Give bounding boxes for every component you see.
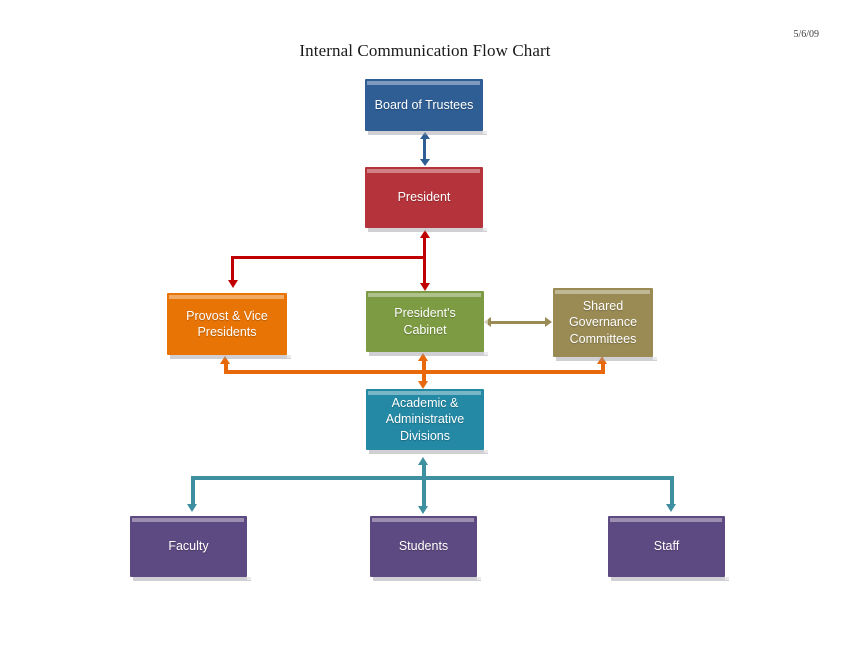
node-label-staff: Staff	[653, 539, 680, 554]
page-title: Internal Communication Flow Chart	[299, 41, 551, 60]
connector-president-cabinet-arrow-down	[419, 283, 430, 291]
flow-chart-canvas: Internal Communication Flow Chart 5/6/09…	[0, 0, 850, 654]
node-academic-and-administrative-divisions[interactable]: Academic & Administrative Divisions	[366, 389, 488, 454]
connector-president-provost-hline	[231, 255, 425, 259]
node-presidents-cabinet[interactable]: President's Cabinet	[366, 291, 488, 356]
node-president[interactable]: President	[365, 167, 487, 232]
connector-president-cabinet-line	[423, 238, 426, 285]
connector-cabinet-governance-line	[490, 321, 547, 324]
connector-constituents-bus-hline	[191, 475, 674, 480]
connector-board-president-line	[423, 138, 426, 160]
connector-bus-provost-vline	[224, 363, 228, 373]
connector-bus-staff-arrow-down	[666, 504, 676, 512]
connector-divisions-students-arrow-up	[418, 457, 428, 465]
connector-bus-faculty-vline	[191, 475, 195, 506]
connector-president-provost-arrow-down	[227, 280, 238, 288]
node-label-faculty: Faculty	[168, 539, 209, 554]
node-label-academic-and-administrative-divisions: Academic & Administrative Divisions	[385, 395, 465, 443]
connector-president-provost-vline	[231, 255, 234, 282]
node-provost-and-vice-presidents[interactable]: Provost & Vice Presidents	[167, 293, 291, 359]
connector-bus-staff-vline	[670, 475, 674, 506]
connector-board-president-arrow-down	[419, 159, 430, 166]
connector-divisions-students-line	[422, 464, 426, 508]
date-stamp: 5/6/09	[793, 29, 819, 40]
node-label-board-of-trustees: Board of Trustees	[374, 97, 474, 112]
connector-bus-faculty-arrow-down	[187, 504, 197, 512]
node-label-president: President	[397, 190, 451, 205]
connector-cabinet-governance-arrow-right	[545, 317, 552, 327]
node-label-shared-governance-committees: Shared Governance Committees	[568, 298, 638, 346]
connector-divisions-cabinet-arrow-down	[418, 381, 428, 389]
node-label-presidents-cabinet: President's Cabinet	[394, 306, 456, 337]
node-staff[interactable]: Staff	[608, 516, 729, 581]
node-shared-governance-committees[interactable]: Shared Governance Committees	[553, 288, 657, 361]
connector-divisions-students-arrow-down	[418, 506, 428, 514]
connector-bus-governance-vline	[601, 363, 605, 373]
connector-divisions-bus-hline	[224, 369, 605, 374]
node-faculty[interactable]: Faculty	[130, 516, 251, 581]
node-board-of-trustees[interactable]: Board of Trustees	[365, 79, 487, 135]
node-students[interactable]: Students	[370, 516, 481, 581]
node-label-students: Students	[398, 539, 449, 554]
node-label-provost-and-vice-presidents: Provost & Vice Presidents	[186, 308, 268, 340]
